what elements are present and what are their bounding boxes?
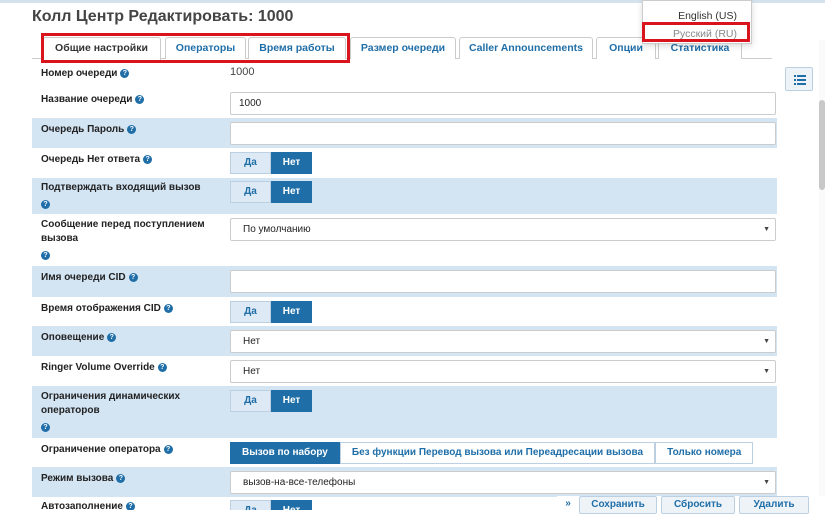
row-confirm-call: Подтверждать входящий вызов ? Да Нет: [32, 178, 777, 214]
page-title: Колл Центр Редактировать: 1000: [32, 8, 294, 25]
alert-value: Нет: [243, 336, 261, 347]
toggle-yes-button[interactable]: Да: [230, 181, 271, 203]
ringer-volume-value: Нет: [243, 366, 261, 377]
toggle-yes-button[interactable]: Да: [230, 500, 271, 510]
help-icon[interactable]: ?: [41, 200, 50, 209]
row-ringer-volume: Ringer Volume Override? Нет ▼: [32, 356, 777, 386]
operator-limit-option-dial[interactable]: Вызов по набору: [230, 442, 340, 464]
toggle-no-button[interactable]: Нет: [271, 500, 312, 510]
pre-message-select[interactable]: По умолчанию ▼: [230, 218, 776, 241]
cid-time-toggle: Да Нет: [230, 301, 312, 323]
autofill-label: Автозаполнение: [41, 501, 123, 510]
queue-no-answer-toggle: Да Нет: [230, 152, 312, 174]
help-icon[interactable]: ?: [107, 332, 117, 342]
alert-label: Оповещение: [41, 332, 105, 343]
row-cid-name: Имя очереди CID?: [32, 266, 777, 297]
confirm-call-toggle: Да Нет: [230, 181, 312, 203]
pre-message-label-line2: вызова: [41, 233, 79, 244]
row-queue-name: Название очереди? 1000: [32, 87, 777, 118]
dynamic-limits-toggle: Да Нет: [230, 390, 312, 412]
row-pre-message: Сообщение перед поступлением вызова ? По…: [32, 214, 777, 266]
help-icon[interactable]: ?: [125, 501, 135, 510]
cid-name-input[interactable]: [230, 270, 776, 293]
help-icon[interactable]: ?: [127, 124, 137, 134]
toggle-no-button[interactable]: Нет: [271, 181, 312, 203]
side-menu-button[interactable]: [785, 67, 813, 91]
scrollbar[interactable]: [819, 40, 825, 510]
help-icon[interactable]: ?: [41, 251, 50, 260]
call-mode-value: вызов-на-все-телефоны: [243, 477, 356, 488]
ringer-volume-label: Ringer Volume Override: [41, 362, 155, 373]
language-option-english[interactable]: English (US): [678, 10, 737, 22]
help-icon[interactable]: ?: [135, 94, 145, 104]
help-icon[interactable]: ?: [157, 362, 167, 372]
queue-no-answer-label: Очередь Нет ответа: [41, 154, 141, 165]
row-cid-time: Время отображения CID? Да Нет: [32, 297, 777, 326]
cid-time-label: Время отображения CID: [41, 303, 161, 314]
toggle-no-button[interactable]: Нет: [271, 390, 312, 412]
queue-name-label: Название очереди: [41, 94, 133, 105]
save-button[interactable]: Сохранить: [579, 496, 657, 514]
expand-footer-button[interactable]: »: [560, 496, 576, 514]
toggle-yes-button[interactable]: Да: [230, 152, 271, 174]
pre-message-label-line1: Сообщение перед поступлением: [41, 219, 205, 230]
toggle-no-button[interactable]: Нет: [271, 301, 312, 323]
dynamic-limits-label-line2: операторов: [41, 405, 100, 416]
operator-limit-option-no-transfer[interactable]: Без функции Перевод вызова или Переадрес…: [339, 442, 656, 464]
row-queue-password: Очередь Пароль?: [32, 118, 777, 148]
dynamic-limits-label-line1: Ограничения динамических: [41, 391, 181, 402]
tab-queue-size[interactable]: Размер очереди: [350, 37, 456, 59]
row-call-mode: Режим вызова? вызов-на-все-телефоны ▼: [32, 467, 777, 497]
row-operator-limit: Ограничение оператора? Вызов по набору Б…: [32, 438, 777, 467]
row-queue-no-answer: Очередь Нет ответа? Да Нет: [32, 148, 777, 178]
row-dynamic-limits: Ограничения динамических операторов ? Да…: [32, 386, 777, 438]
alert-select[interactable]: Нет ▼: [230, 330, 776, 353]
chevron-down-icon: ▼: [763, 368, 770, 375]
pre-message-value: По умолчанию: [243, 224, 311, 235]
reset-button[interactable]: Сбросить: [661, 496, 735, 514]
chevron-down-icon: ▼: [763, 338, 770, 345]
help-icon[interactable]: ?: [163, 303, 173, 313]
help-icon[interactable]: ?: [163, 444, 173, 454]
tab-caller-announcements[interactable]: Caller Announcements: [459, 37, 593, 59]
queue-password-label: Очередь Пароль: [41, 124, 125, 135]
call-mode-label: Режим вызова: [41, 473, 114, 484]
call-mode-select[interactable]: вызов-на-все-телефоны ▼: [230, 471, 776, 494]
help-icon[interactable]: ?: [116, 473, 126, 483]
scrollbar-thumb[interactable]: [819, 100, 825, 190]
queue-number-label: Номер очереди: [41, 68, 118, 79]
chevron-down-icon: ▼: [763, 226, 770, 233]
highlight-box-tabs: [41, 33, 350, 63]
toggle-yes-button[interactable]: Да: [230, 390, 271, 412]
operator-limit-option-numbers-only[interactable]: Только номера: [655, 442, 754, 464]
operator-limit-label: Ограничение оператора: [41, 444, 161, 455]
cid-name-label: Имя очереди CID: [41, 272, 126, 283]
chevron-down-icon: ▼: [763, 479, 770, 486]
row-queue-number: Номер очереди? 1000: [32, 62, 777, 87]
queue-name-input[interactable]: 1000: [230, 92, 776, 115]
help-icon[interactable]: ?: [41, 423, 50, 432]
list-icon: [794, 75, 806, 85]
help-icon[interactable]: ?: [128, 272, 138, 282]
highlight-box-language: [642, 22, 750, 42]
toggle-yes-button[interactable]: Да: [230, 301, 271, 323]
delete-button[interactable]: Удалить: [739, 496, 809, 514]
queue-password-input[interactable]: [230, 122, 776, 145]
queue-number-value: 1000: [230, 66, 255, 78]
ringer-volume-select[interactable]: Нет ▼: [230, 360, 776, 383]
confirm-call-label: Подтверждать входящий вызов: [41, 182, 201, 193]
autofill-toggle: Да Нет: [230, 500, 312, 510]
row-alert: Оповещение? Нет ▼: [32, 326, 777, 356]
operator-limit-segmented: Вызов по набору Без функции Перевод вызо…: [230, 442, 754, 464]
help-icon[interactable]: ?: [143, 154, 153, 164]
toggle-no-button[interactable]: Нет: [271, 152, 312, 174]
help-icon[interactable]: ?: [120, 68, 130, 78]
